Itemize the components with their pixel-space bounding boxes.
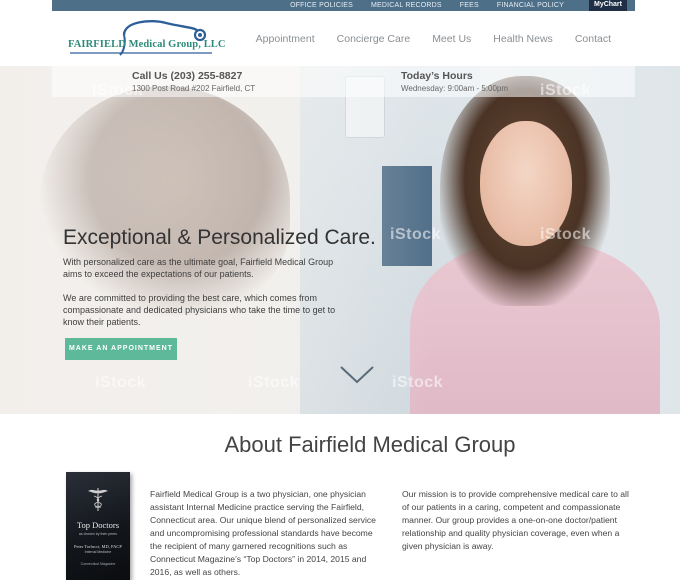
main-nav: Appointment Concierge Care Meet Us Healt… [245,33,611,45]
phone-number[interactable]: Call Us (203) 255-8827 [132,70,255,82]
nav-concierge-care[interactable]: Concierge Care [326,33,422,45]
nav-contact[interactable]: Contact [564,33,611,45]
watermark: iStock [392,374,444,391]
chevron-down-icon[interactable] [340,366,374,384]
nav-appointment[interactable]: Appointment [245,33,326,45]
contact-info-bar: Call Us (203) 255-8827 1300 Post Road #2… [52,66,635,97]
utility-bar: OFFICE POLICIES MEDICAL RECORDS FEES FIN… [52,0,635,11]
hours-value: Wednesday: 9:00am - 5:00pm [401,84,509,93]
plaque-role: Internal Medicine [84,550,112,554]
hero-paragraph: We are committed to providing the best c… [63,293,336,327]
logo-text: FAIRFIELD Medical Group, LLC [68,39,226,50]
site-header: FAIRFIELD Medical Group, LLC Appointment… [52,11,635,66]
make-appointment-button[interactable]: MAKE AN APPOINTMENT [65,338,177,360]
top-doctors-plaque: Top Doctors as chosen by their peers Pet… [66,472,130,580]
link-medical-records[interactable]: MEDICAL RECORDS [362,0,451,11]
hero-headline: Exceptional & Personalized Care. [63,226,376,249]
hero-banner: iStock iStock iStock iStock iStock iStoc… [0,66,680,414]
mychart-button[interactable]: MyChart [588,0,627,11]
link-office-policies[interactable]: OFFICE POLICIES [281,0,362,11]
watermark: iStock [540,226,592,243]
watermark: iStock [390,226,442,243]
address: 1300 Post Road #202 Fairfield, CT [132,84,256,93]
site-logo[interactable]: FAIRFIELD Medical Group, LLC [66,17,225,61]
utility-links: OFFICE POLICIES MEDICAL RECORDS FEES FIN… [281,0,573,11]
watermark: iStock [95,374,147,391]
watermark: iStock [248,374,300,391]
nav-meet-us[interactable]: Meet Us [421,33,482,45]
nav-health-news[interactable]: Health News [482,33,564,45]
caduceus-icon [88,488,108,511]
about-title: About Fairfield Medical Group [224,432,516,457]
plaque-title: Top Doctors [76,520,120,530]
about-column-1: Fairfield Medical Group is a two physici… [150,489,376,577]
hours-title: Today’s Hours [401,70,473,82]
link-fees[interactable]: FEES [451,0,488,11]
plaque-footer: Connecticut Magazine [80,562,116,566]
call-info: Call Us (203) 255-8827 1300 Post Road #2… [132,70,255,93]
plaque-name: Peter Torlucci, MD, FACP [74,544,122,549]
hero-paragraph: With personalized care as the ultimate g… [63,257,334,279]
hours-info: Today’s Hours Wednesday: 9:00am - 5:00pm [401,70,508,93]
about-column-2: Our mission is to provide comprehensive … [402,489,629,551]
plaque-subtitle: as chosen by their peers [78,532,118,536]
link-financial-policy[interactable]: FINANCIAL POLICY [488,0,573,11]
